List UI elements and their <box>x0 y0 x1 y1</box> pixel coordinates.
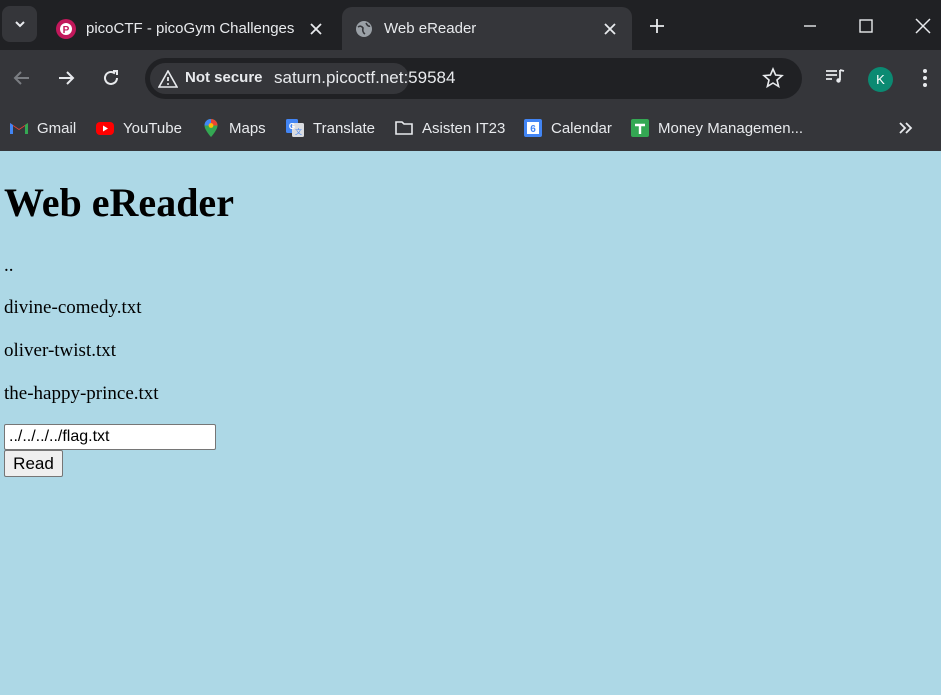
bookmarks-bar: Gmail YouTube Maps G 文 Translate Asisten… <box>0 106 941 151</box>
file-link[interactable]: oliver-twist.txt <box>4 340 116 362</box>
tab-picoctf[interactable]: P picoCTF - picoGym Challenges <box>44 7 338 50</box>
reload-button[interactable] <box>97 64 125 92</box>
close-icon <box>915 18 931 34</box>
file-path-input[interactable] <box>4 424 216 450</box>
maximize-icon <box>859 19 873 33</box>
bookmark-money-management[interactable]: Money Managemen... <box>630 115 803 141</box>
bookmark-calendar[interactable]: 6 Calendar <box>523 115 612 141</box>
tab-title: picoCTF - picoGym Challenges <box>86 20 295 37</box>
sheets-icon <box>631 119 649 137</box>
close-window-button[interactable] <box>900 8 941 44</box>
tab-web-ereader[interactable]: Web eReader <box>342 7 632 50</box>
tab-title: Web eReader <box>384 20 477 37</box>
maximize-button[interactable] <box>843 8 889 44</box>
minimize-button[interactable] <box>787 8 833 44</box>
profile-avatar[interactable]: K <box>868 67 893 92</box>
address-bar[interactable]: Not secure saturn.picoctf.net:59584 <box>145 58 802 99</box>
bookmark-label: Money Managemen... <box>658 119 804 137</box>
bookmark-label: Gmail <box>37 119 77 137</box>
more-vertical-icon[interactable] <box>919 66 931 90</box>
tab-strip: P picoCTF - picoGym Challenges Web eRead… <box>0 0 941 50</box>
minimize-icon <box>804 25 816 27</box>
bookmark-maps[interactable]: Maps <box>201 115 266 141</box>
picoctf-icon: P <box>56 18 76 39</box>
chevron-double-right-icon[interactable] <box>898 121 914 135</box>
reload-icon <box>104 70 118 85</box>
chevron-down-icon <box>14 21 25 28</box>
globe-icon <box>356 20 372 37</box>
bookmark-gmail[interactable]: Gmail <box>9 115 76 141</box>
bookmark-label: Translate <box>313 119 375 137</box>
close-icon[interactable] <box>306 19 326 39</box>
bookmark-label: Calendar <box>551 119 612 137</box>
plus-icon <box>650 19 664 33</box>
browser-toolbar: Not secure saturn.picoctf.net:59584 <box>0 50 941 106</box>
svg-text:P: P <box>63 25 70 36</box>
calendar-icon: 6 <box>524 119 542 137</box>
back-button[interactable] <box>8 64 36 92</box>
translate-icon: G 文 <box>286 119 304 137</box>
page-content: Web eReader .. divine-comedy.txt oliver-… <box>0 151 941 695</box>
url-text[interactable]: saturn.picoctf.net:59584 <box>274 68 455 88</box>
maps-icon <box>204 119 218 137</box>
tab-search-button[interactable] <box>2 6 37 42</box>
bookmark-folder-asisten[interactable]: Asisten IT23 <box>394 115 505 141</box>
bookmark-translate[interactable]: G 文 Translate <box>285 115 375 141</box>
arrow-right-icon <box>59 71 75 85</box>
bookmark-label: Asisten IT23 <box>422 119 506 137</box>
folder-icon <box>395 121 413 135</box>
arrow-left-icon <box>13 71 29 85</box>
bookmark-label: Maps <box>229 119 266 137</box>
file-link[interactable]: divine-comedy.txt <box>4 297 142 319</box>
read-button[interactable]: Read <box>4 450 63 477</box>
bookmark-label: YouTube <box>123 119 182 137</box>
media-queue-icon[interactable] <box>824 66 846 88</box>
svg-text:文: 文 <box>295 127 302 136</box>
gmail-icon <box>10 123 28 134</box>
file-link[interactable]: the-happy-prince.txt <box>4 383 159 405</box>
file-link-parent[interactable]: .. <box>4 255 14 277</box>
calendar-day: 6 <box>530 124 536 135</box>
bookmark-youtube[interactable]: YouTube <box>95 115 182 141</box>
youtube-icon <box>96 122 114 135</box>
new-tab-button[interactable] <box>644 13 670 39</box>
forward-button[interactable] <box>52 64 80 92</box>
bookmark-star-icon[interactable] <box>762 67 784 89</box>
page-title: Web eReader <box>4 180 234 225</box>
close-icon[interactable] <box>600 19 620 39</box>
warning-icon <box>158 70 178 88</box>
security-label: Not secure <box>185 69 263 86</box>
